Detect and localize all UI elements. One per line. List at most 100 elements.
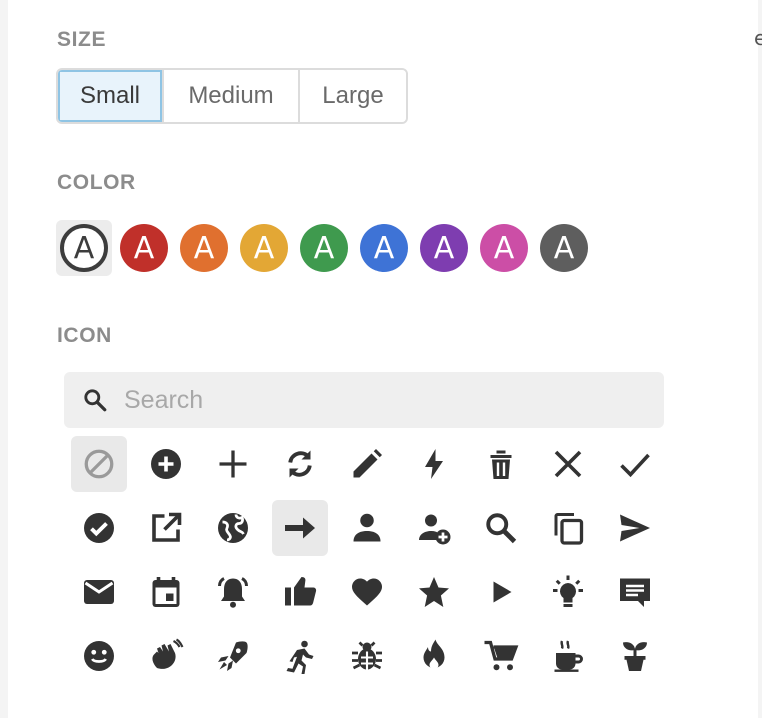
- icon-tile: [272, 564, 328, 620]
- icon-tile: [406, 436, 462, 492]
- color-label: COLOR: [57, 171, 136, 194]
- icon-option-fire[interactable]: [400, 624, 467, 688]
- icon-option-person-add[interactable]: [400, 496, 467, 560]
- icon-option-check-circle[interactable]: [65, 496, 132, 560]
- size-medium-button[interactable]: Medium: [164, 70, 300, 122]
- icon-option-smile[interactable]: [65, 624, 132, 688]
- icon-option-person[interactable]: [333, 496, 400, 560]
- color-swatch-red[interactable]: A: [116, 220, 172, 276]
- color-swatch-orange[interactable]: A: [176, 220, 232, 276]
- color-swatch-yellow[interactable]: A: [236, 220, 292, 276]
- icon-tile: [271, 500, 328, 556]
- color-swatch-default[interactable]: A: [56, 220, 112, 276]
- size-label: SIZE: [57, 28, 107, 51]
- icon-option-search[interactable]: [467, 496, 534, 560]
- person-icon: [353, 513, 380, 542]
- icon-option-arrow-right[interactable]: [266, 496, 333, 560]
- icon-option-mail[interactable]: [65, 560, 132, 624]
- icon-tile: [272, 436, 328, 492]
- icon-label: ICON: [57, 324, 112, 347]
- icon-option-wave[interactable]: [132, 624, 199, 688]
- bug-icon: [351, 641, 382, 670]
- icon-option-trash[interactable]: [467, 432, 534, 496]
- add-circle-icon: [150, 449, 181, 479]
- size-large-button[interactable]: Large: [300, 70, 406, 122]
- icon-option-cart[interactable]: [467, 624, 534, 688]
- size-small-button[interactable]: Small: [58, 70, 164, 122]
- rocket-icon: [217, 641, 248, 671]
- icon-tile: [473, 436, 529, 492]
- icon-search: [64, 372, 664, 428]
- fire-icon: [423, 639, 444, 670]
- heart-icon: [351, 578, 382, 606]
- copy-icon: [554, 513, 583, 545]
- open-external-icon: [151, 512, 181, 542]
- run-icon: [286, 640, 313, 674]
- icon-search-input[interactable]: [124, 385, 604, 415]
- check-icon: [619, 453, 650, 478]
- icon-tile: [607, 500, 663, 556]
- color-disc: A: [360, 224, 408, 272]
- icon-tile: [71, 564, 127, 620]
- icon-option-star[interactable]: [400, 560, 467, 624]
- edge-glyph: e: [754, 26, 762, 50]
- color-swatch-gray[interactable]: A: [536, 220, 592, 276]
- lightbulb-icon: [552, 575, 583, 607]
- icon-option-coffee[interactable]: [534, 624, 601, 688]
- comment-icon: [619, 578, 650, 607]
- icon-grid: [65, 432, 668, 688]
- color-disc: A: [120, 224, 168, 272]
- color-disc: A: [540, 224, 588, 272]
- icon-option-close[interactable]: [534, 432, 601, 496]
- color-disc: A: [180, 224, 228, 272]
- icon-option-calendar[interactable]: [132, 560, 199, 624]
- icon-option-send[interactable]: [601, 496, 668, 560]
- icon-tile: [138, 436, 194, 492]
- icon-option-bug[interactable]: [333, 624, 400, 688]
- color-swatch-purple[interactable]: A: [416, 220, 472, 276]
- icon-tile: [71, 628, 127, 684]
- arrow-right-icon: [284, 517, 315, 539]
- color-swatch-green[interactable]: A: [296, 220, 352, 276]
- icon-option-add-circle[interactable]: [132, 432, 199, 496]
- icon-option-check[interactable]: [601, 432, 668, 496]
- icon-option-sync[interactable]: [266, 432, 333, 496]
- icon-option-bolt[interactable]: [400, 432, 467, 496]
- icon-tile: [205, 500, 261, 556]
- icon-option-run[interactable]: [266, 624, 333, 688]
- icon-option-thumbs-up[interactable]: [266, 560, 333, 624]
- icon-option-globe[interactable]: [199, 496, 266, 560]
- icon-tile: [607, 436, 663, 492]
- size-selector: Small Medium Large: [56, 68, 408, 124]
- globe-icon: [217, 513, 248, 543]
- thumbs-up-icon: [284, 577, 316, 606]
- icon-option-none[interactable]: [65, 432, 132, 496]
- coffee-icon: [554, 640, 583, 672]
- icon-option-copy[interactable]: [534, 496, 601, 560]
- icon-option-heart[interactable]: [333, 560, 400, 624]
- icon-option-comment[interactable]: [601, 560, 668, 624]
- icon-tile: [339, 628, 395, 684]
- icon-tile: [540, 628, 596, 684]
- color-swatch-blue[interactable]: A: [356, 220, 412, 276]
- icon-tile: [473, 500, 529, 556]
- play-icon: [493, 581, 511, 603]
- icon-option-open-external[interactable]: [132, 496, 199, 560]
- icon-tile: [272, 628, 328, 684]
- icon-tile: [540, 436, 596, 492]
- cart-icon: [484, 640, 518, 671]
- sync-icon: [287, 450, 312, 478]
- icon-option-plant[interactable]: [601, 624, 668, 688]
- color-swatch-pink[interactable]: A: [476, 220, 532, 276]
- icon-tile: [339, 436, 395, 492]
- color-swatches: AAAAAAAAA: [56, 220, 592, 276]
- icon-option-pencil[interactable]: [333, 432, 400, 496]
- icon-option-lightbulb[interactable]: [534, 560, 601, 624]
- icon-tile: [205, 436, 261, 492]
- icon-tile: [205, 564, 261, 620]
- icon-option-plus[interactable]: [199, 432, 266, 496]
- icon-tile: [138, 564, 194, 620]
- icon-option-bell[interactable]: [199, 560, 266, 624]
- icon-option-rocket[interactable]: [199, 624, 266, 688]
- icon-option-play[interactable]: [467, 560, 534, 624]
